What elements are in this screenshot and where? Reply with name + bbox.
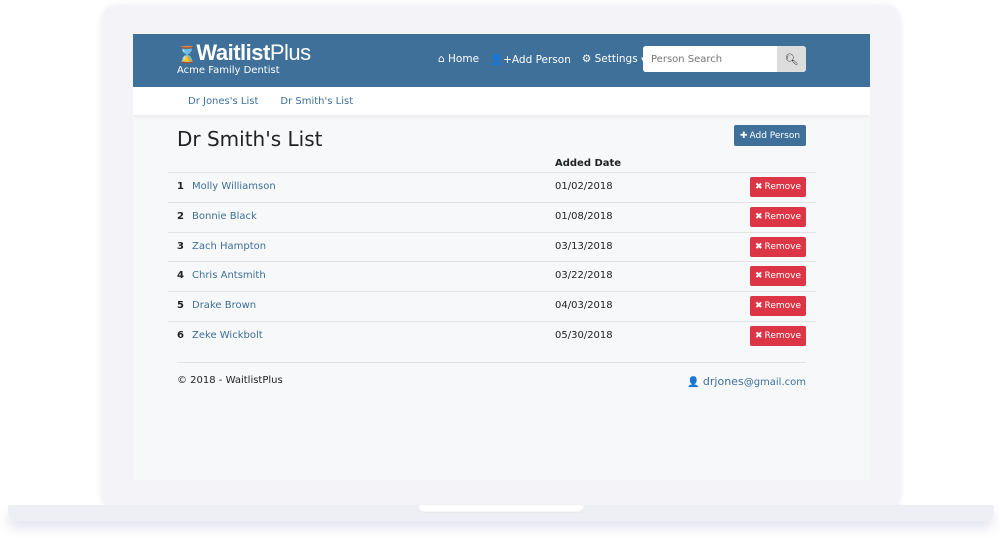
remove-button[interactable]: ✖ Remove bbox=[750, 177, 806, 197]
added-date: 04/03/2018 bbox=[555, 300, 613, 312]
person-name-link[interactable]: Chris Antsmith bbox=[192, 270, 266, 281]
row-number: 6 bbox=[177, 329, 184, 341]
brand-subtitle: Acme Family Dentist bbox=[177, 65, 280, 76]
tab-dr-jones-list[interactable]: Dr Jones's List bbox=[188, 96, 258, 107]
navbar: ⌛WaitlistPlus Acme Family Dentist ⌂ Home… bbox=[133, 34, 870, 87]
person-name-link[interactable]: Bonnie Black bbox=[192, 211, 257, 222]
row-number: 4 bbox=[177, 270, 184, 282]
table-row: 1 Molly Williamson 01/02/2018 ✖ Remove bbox=[168, 172, 816, 202]
remove-button[interactable]: ✖ Remove bbox=[750, 206, 806, 227]
remove-button[interactable]: ✖ Remove bbox=[750, 266, 806, 287]
user-plus-icon: 👤+ bbox=[490, 54, 512, 66]
search-button[interactable]: 🔍︎ bbox=[777, 46, 806, 72]
gear-icon: ⚙ bbox=[581, 53, 592, 65]
nav-home[interactable]: ⌂ Home bbox=[438, 53, 479, 66]
person-name-link[interactable]: Zeke Wickbolt bbox=[192, 330, 263, 341]
added-date: 05/30/2018 bbox=[555, 329, 613, 341]
person-name-link[interactable]: Molly Williamson bbox=[192, 181, 276, 192]
x-icon: ✖ bbox=[754, 211, 763, 222]
table-row: 4 Chris Antsmith 03/22/2018 ✖ Remove bbox=[168, 261, 816, 291]
waitlist-table: 1 Molly Williamson 01/02/2018 ✖ Remove 2 B… bbox=[168, 172, 816, 351]
search-input[interactable] bbox=[643, 46, 777, 72]
hourglass-icon: ⌛ bbox=[177, 47, 197, 64]
added-date: 01/08/2018 bbox=[555, 210, 613, 222]
x-icon: ✖ bbox=[754, 182, 763, 192]
list-tabs: Dr Jones's List Dr Smith's List bbox=[133, 87, 870, 115]
add-person-button[interactable]: ✚ Add Person bbox=[734, 125, 806, 146]
person-name-link[interactable]: Drake Brown bbox=[192, 300, 256, 311]
tab-dr-smith-list[interactable]: Dr Smith's List bbox=[280, 96, 353, 107]
page-title: Dr Smith's List bbox=[177, 127, 323, 151]
brand-logo[interactable]: ⌛WaitlistPlus bbox=[177, 40, 311, 66]
search-icon: 🔍︎ bbox=[784, 52, 799, 66]
person-name-link[interactable]: Zach Hampton bbox=[192, 241, 266, 252]
table-row: 3 Zach Hampton 03/13/2018 ✖ Remove bbox=[168, 231, 816, 262]
column-header-added-date: Added Date bbox=[555, 158, 622, 169]
x-icon: ✖ bbox=[754, 301, 763, 312]
footer: © 2018 - WaitlistPlus 👤 drjones@gmail.co… bbox=[177, 362, 806, 388]
home-icon: ⌂ bbox=[438, 53, 445, 65]
x-icon: ✖ bbox=[754, 330, 763, 341]
person-search: 🔍︎ bbox=[643, 46, 806, 72]
copyright: © 2018 - WaitlistPlus bbox=[177, 375, 283, 386]
x-icon: ✖ bbox=[754, 241, 763, 252]
table-row: 2 Bonnie Black 01/08/2018 ✖ Remove bbox=[168, 201, 816, 232]
added-date: 03/22/2018 bbox=[555, 270, 613, 282]
table-row: 6 Zeke Wickbolt 05/30/2018 ✖ Remove bbox=[168, 320, 816, 351]
plus-icon: ✚ bbox=[739, 130, 748, 141]
nav-add-person[interactable]: 👤+Add Person bbox=[490, 53, 571, 66]
user-icon: 👤 bbox=[687, 377, 700, 388]
remove-button[interactable]: ✖ Remove bbox=[750, 236, 806, 257]
app-screen: ⌛WaitlistPlus Acme Family Dentist ⌂ Home… bbox=[133, 34, 870, 480]
user-email[interactable]: 👤 drjones@gmail.com bbox=[687, 375, 806, 388]
added-date: 01/02/2018 bbox=[555, 181, 613, 192]
row-number: 1 bbox=[177, 181, 184, 192]
added-date: 03/13/2018 bbox=[555, 240, 613, 252]
table-row: 5 Drake Brown 04/03/2018 ✖ Remove bbox=[168, 291, 816, 321]
row-number: 2 bbox=[177, 210, 184, 222]
row-number: 5 bbox=[177, 300, 184, 312]
remove-button[interactable]: ✖ Remove bbox=[750, 325, 806, 346]
row-number: 3 bbox=[177, 240, 184, 252]
x-icon: ✖ bbox=[754, 271, 763, 282]
laptop-notch bbox=[418, 505, 584, 513]
nav-settings[interactable]: ⚙ Settings ▼ bbox=[582, 53, 647, 66]
remove-button[interactable]: ✖ Remove bbox=[750, 296, 806, 317]
